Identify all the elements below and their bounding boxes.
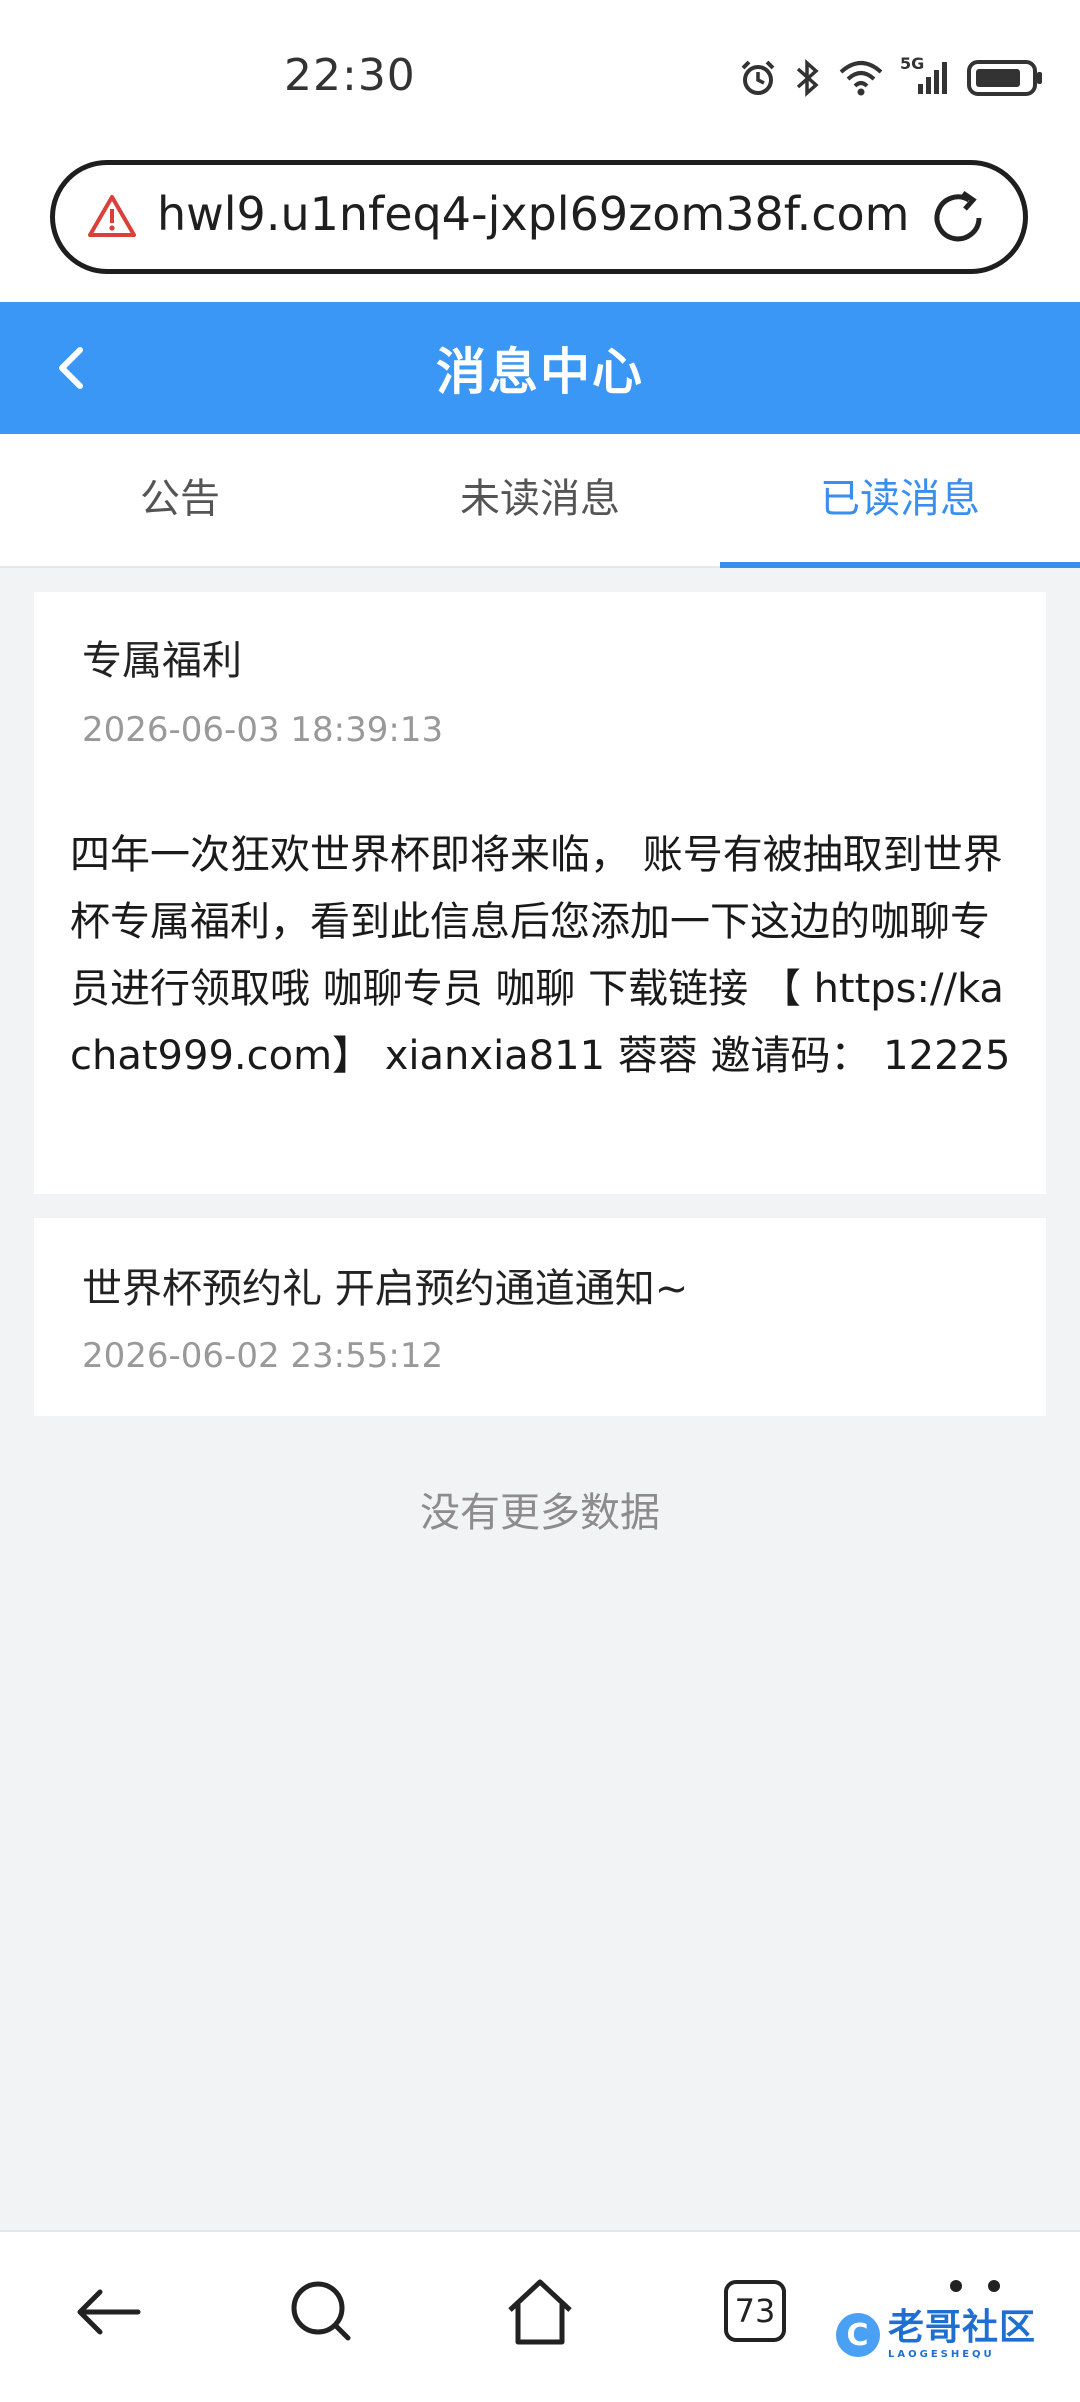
home-icon[interactable] (500, 2272, 580, 2352)
watermark-logo: C 老哥社区 LAOGESHEQU (836, 2300, 1036, 2370)
message-date: 2026-06-02 23:55:12 (82, 1336, 444, 1376)
tabs-count-button[interactable]: 73 (724, 2280, 804, 2360)
status-time: 22:30 (284, 50, 416, 101)
url-text[interactable]: hwl9.u1nfeq4-jxpl69zom38f.com (157, 187, 909, 241)
back-arrow-icon[interactable] (70, 2272, 150, 2352)
page-title: 消息中心 (436, 343, 644, 401)
message-card[interactable]: 世界杯预约礼 开启预约通道通知~ 2026-06-02 23:55:12 (34, 1218, 1046, 1416)
message-date: 2026-06-03 18:39:13 (82, 710, 444, 750)
url-bar[interactable]: hwl9.u1nfeq4-jxpl69zom38f.com (50, 160, 1028, 274)
browser-toolbar: hwl9.u1nfeq4-jxpl69zom38f.com (0, 150, 1080, 302)
tab-read[interactable]: 已读消息 (720, 434, 1080, 566)
watermark-text: 老哥社区 (888, 2307, 1037, 2348)
tab-unread[interactable]: 未读消息 (360, 434, 720, 566)
reload-icon[interactable] (927, 187, 989, 249)
tab-announcements[interactable]: 公告 (0, 434, 360, 566)
message-title: 世界杯预约礼 开启预约通道通知~ (82, 1266, 689, 1312)
page-header: 消息中心 (0, 302, 1080, 434)
status-bar: 22:30 5G (0, 0, 1080, 150)
tab-count: 73 (724, 2280, 786, 2342)
active-tab-indicator (720, 562, 1080, 568)
message-tabs: 公告 未读消息 已读消息 (0, 434, 1080, 568)
message-body: 四年一次狂欢世界杯即将来临， 账号有被抽取到世界杯专属福利，看到此信息后您添加一… (70, 832, 1011, 1079)
status-icons: 5G (738, 54, 1046, 102)
dragon-logo-icon: C (836, 2313, 880, 2357)
watermark-subtext: LAOGESHEQU (888, 2349, 995, 2360)
5g-signal-icon: 5G (900, 54, 950, 98)
wifi-icon (839, 61, 883, 96)
warning-icon[interactable] (87, 193, 137, 239)
battery-icon (967, 60, 1042, 96)
message-card[interactable]: 专属福利 2026-06-03 18:39:13 四年一次狂欢世界杯即将来临， … (34, 592, 1046, 1194)
message-title: 专属福利 (82, 638, 242, 684)
list-end-text: 没有更多数据 (420, 1490, 660, 1536)
alarm-icon (741, 60, 775, 95)
search-icon[interactable] (282, 2272, 362, 2352)
bluetooth-icon (796, 59, 819, 97)
